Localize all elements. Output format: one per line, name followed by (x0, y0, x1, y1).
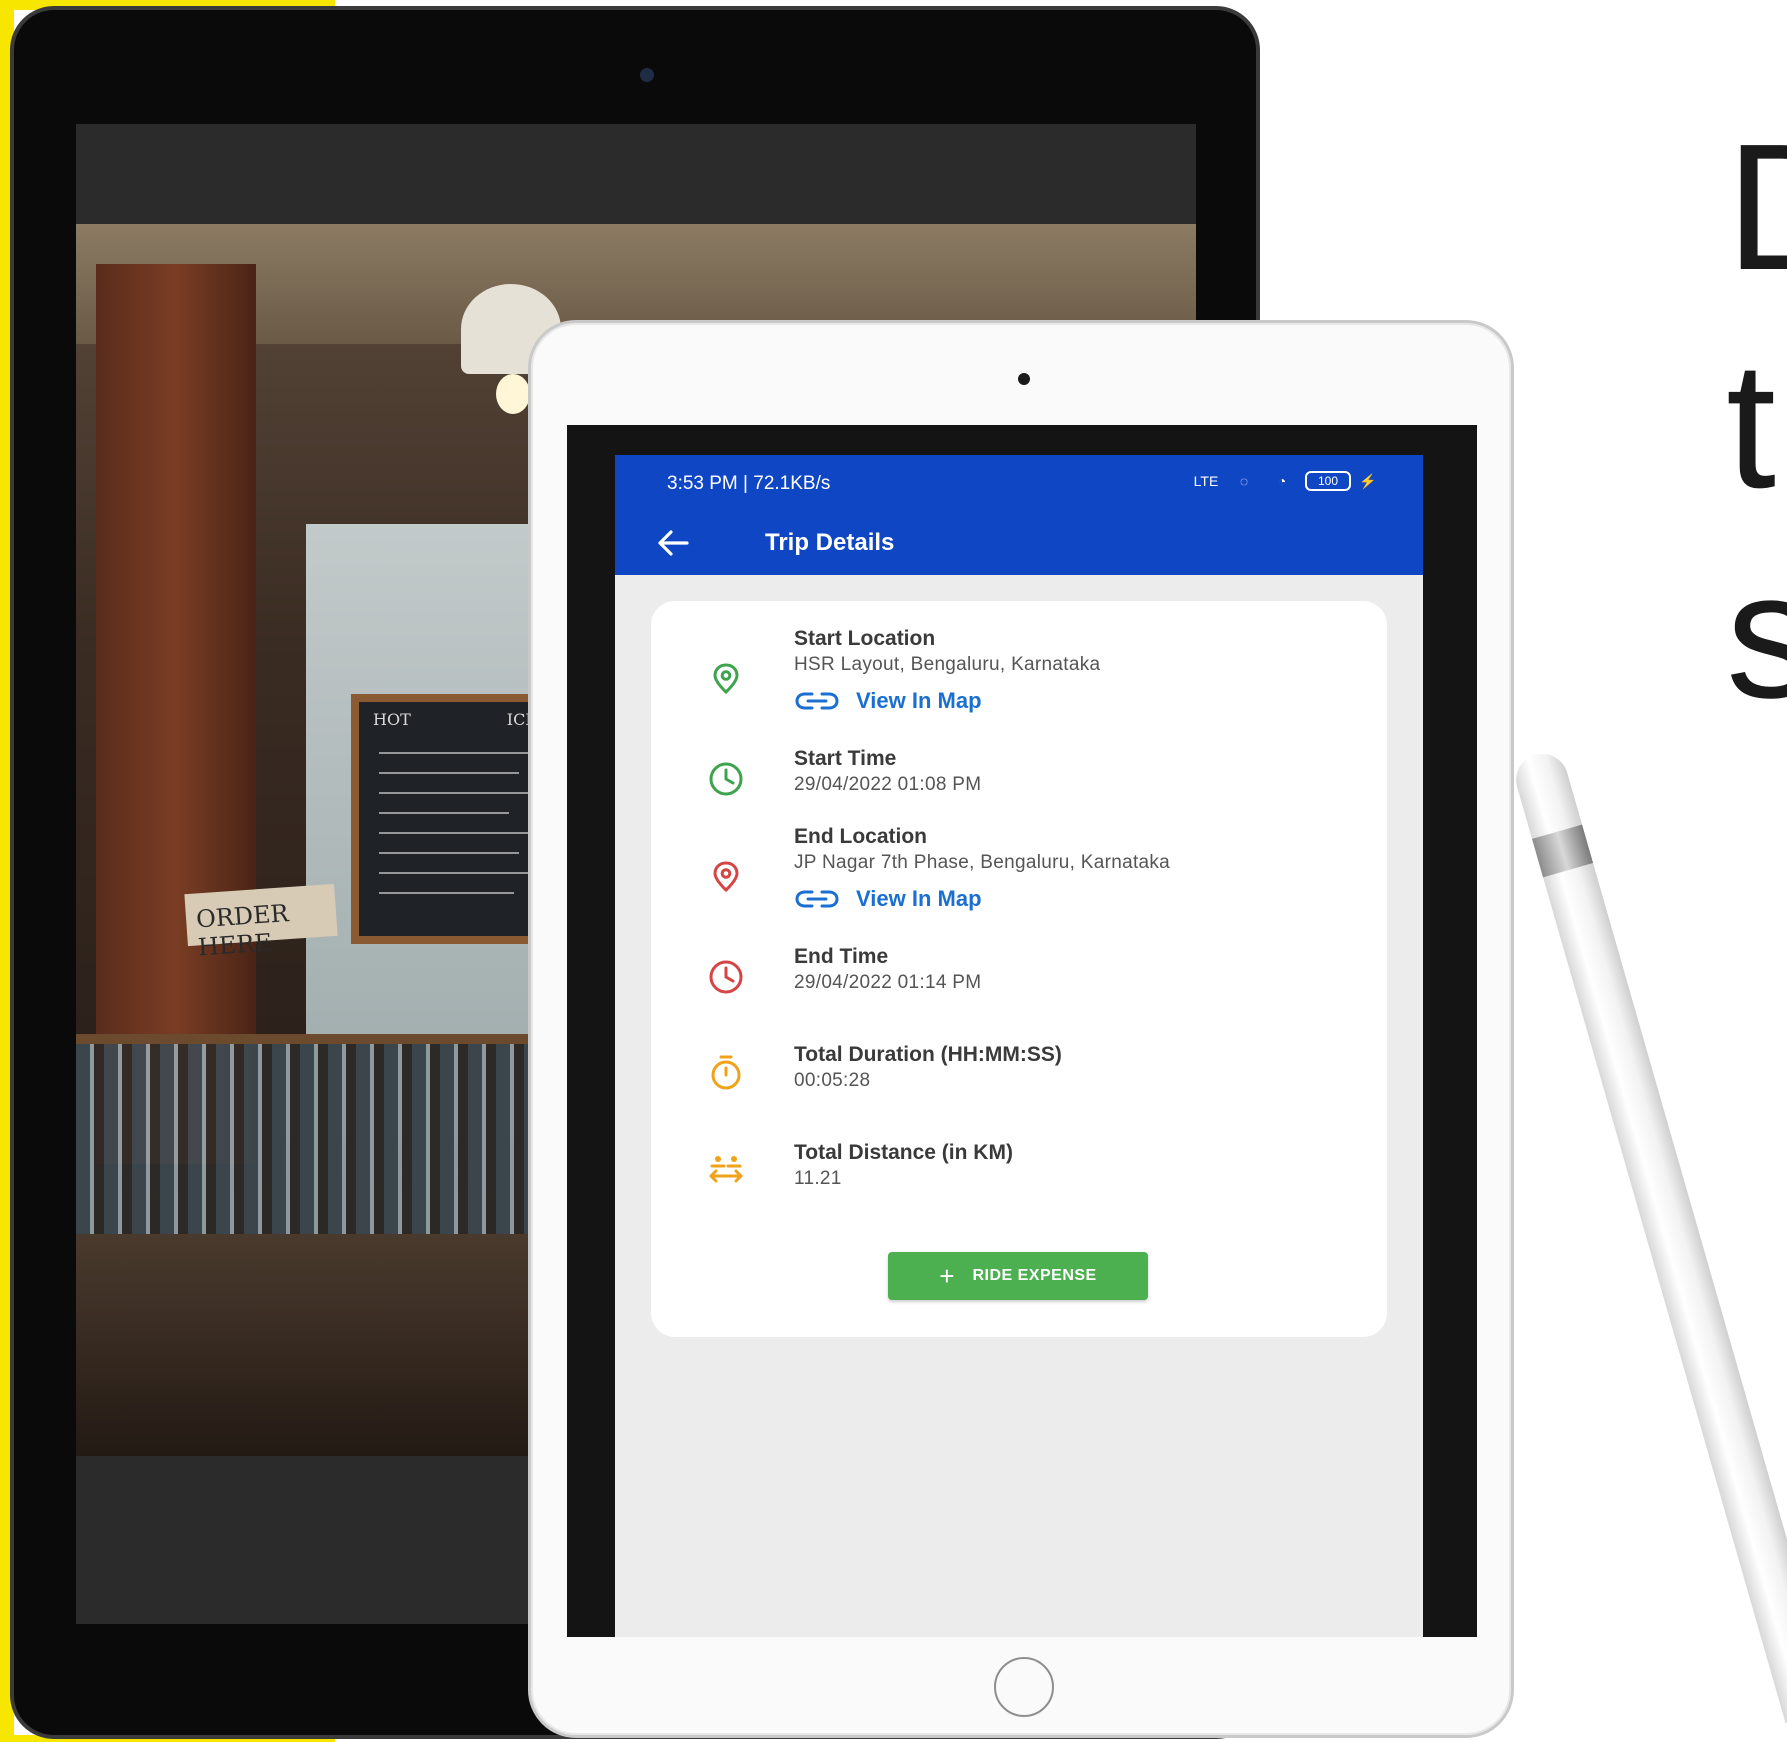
map-pin-icon (713, 861, 739, 893)
status-bar: 3:53 PM | 72.1KB/s LTE ◌ ◔ 100 ⚡ (615, 455, 1423, 511)
photo-pillar (96, 264, 256, 1164)
duration-value: 00:05:28 (794, 1070, 871, 1091)
distance-icon (709, 1156, 743, 1183)
page-title: Trip Details (765, 529, 895, 556)
signal-icon: ◔ (1277, 473, 1287, 489)
distance-label: Total Distance (in KM) (794, 1141, 1013, 1164)
start-location-label: Start Location (794, 627, 936, 650)
start-time-value: 29/04/2022 01:08 PM (794, 774, 982, 795)
lte-icon: LTE (1193, 473, 1219, 489)
status-icons: LTE ◌ ◔ 100 ⚡ (1191, 471, 1377, 491)
ride-expense-button[interactable]: + RIDE EXPENSE (888, 1252, 1148, 1300)
menu-line (379, 792, 529, 794)
menu-board-hot: HOT (373, 710, 411, 729)
trip-details-card: Start Location HSR Layout, Bengaluru, Ka… (651, 601, 1387, 1337)
photo-bottles (76, 1044, 546, 1244)
end-location-row: End Location JP Nagar 7th Phase, Bengalu… (651, 825, 1387, 917)
start-time-label: Start Time (794, 747, 897, 770)
start-time-row: Start Time 29/04/2022 01:08 PM (651, 747, 1387, 807)
menu-line (379, 812, 509, 814)
clock-icon (709, 762, 743, 796)
headline-fragment: s (1726, 535, 1787, 736)
map-pin-icon (713, 663, 739, 695)
charging-icon: ⚡ (1359, 473, 1377, 489)
stopwatch-icon (711, 1055, 741, 1090)
order-here-text: ORDER HERE (195, 899, 290, 962)
app-bar: Trip Details (615, 511, 1423, 575)
front-tablet-screen: 3:53 PM | 72.1KB/s LTE ◌ ◔ 100 ⚡ Trip De… (567, 425, 1477, 1637)
link-icon (795, 890, 839, 908)
end-location-label: End Location (794, 825, 927, 848)
notification-icon: ◌ (1239, 473, 1249, 489)
stylus-pencil (1510, 747, 1787, 1724)
end-time-row: End Time 29/04/2022 01:14 PM (651, 945, 1387, 1005)
link-icon (795, 692, 839, 710)
plus-icon: + (939, 1261, 955, 1291)
start-location-value: HSR Layout, Bengaluru, Karnataka (794, 654, 1101, 675)
start-location-row: Start Location HSR Layout, Bengaluru, Ka… (651, 627, 1387, 719)
front-tablet-device: 3:53 PM | 72.1KB/s LTE ◌ ◔ 100 ⚡ Trip De… (528, 320, 1514, 1738)
clock-icon (709, 960, 743, 994)
back-tablet-camera (640, 68, 654, 82)
menu-line (379, 752, 529, 754)
headline-fragment: t (1726, 325, 1777, 526)
home-button[interactable] (994, 1657, 1054, 1717)
distance-value: 11.21 (794, 1168, 842, 1189)
end-time-label: End Time (794, 945, 889, 968)
menu-line (379, 832, 529, 834)
photo-menu-board: HOT ICE (351, 694, 551, 944)
start-location-map-link[interactable]: View In Map (794, 687, 982, 715)
menu-line (379, 852, 519, 854)
photo-shelf (76, 1034, 546, 1044)
menu-line (379, 892, 514, 894)
app-screen: 3:53 PM | 72.1KB/s LTE ◌ ◔ 100 ⚡ Trip De… (615, 455, 1423, 1637)
distance-row: Total Distance (in KM) 11.21 (651, 1141, 1387, 1201)
end-location-map-link[interactable]: View In Map (794, 885, 982, 913)
end-time-value: 29/04/2022 01:14 PM (794, 972, 982, 993)
status-time-speed: 3:53 PM | 72.1KB/s (667, 473, 831, 494)
stylus-band (1532, 824, 1594, 878)
view-in-map-link[interactable]: View In Map (856, 886, 982, 912)
view-in-map-link[interactable]: View In Map (856, 688, 982, 714)
ride-expense-label: RIDE EXPENSE (972, 1267, 1097, 1284)
duration-row: Total Duration (HH:MM:SS) 00:05:28 (651, 1043, 1387, 1103)
menu-line (379, 772, 519, 774)
headline-fragment: D (1726, 118, 1787, 298)
duration-label: Total Duration (HH:MM:SS) (794, 1043, 1062, 1066)
front-tablet-camera (1018, 373, 1030, 385)
photo-lamp-bulb (496, 374, 530, 414)
menu-line (379, 872, 529, 874)
arrow-left-icon[interactable] (653, 525, 693, 561)
end-location-value: JP Nagar 7th Phase, Bengaluru, Karnataka (794, 852, 1171, 873)
order-here-sign: ORDER HERE (184, 883, 338, 961)
battery-icon: 100 (1305, 471, 1351, 491)
